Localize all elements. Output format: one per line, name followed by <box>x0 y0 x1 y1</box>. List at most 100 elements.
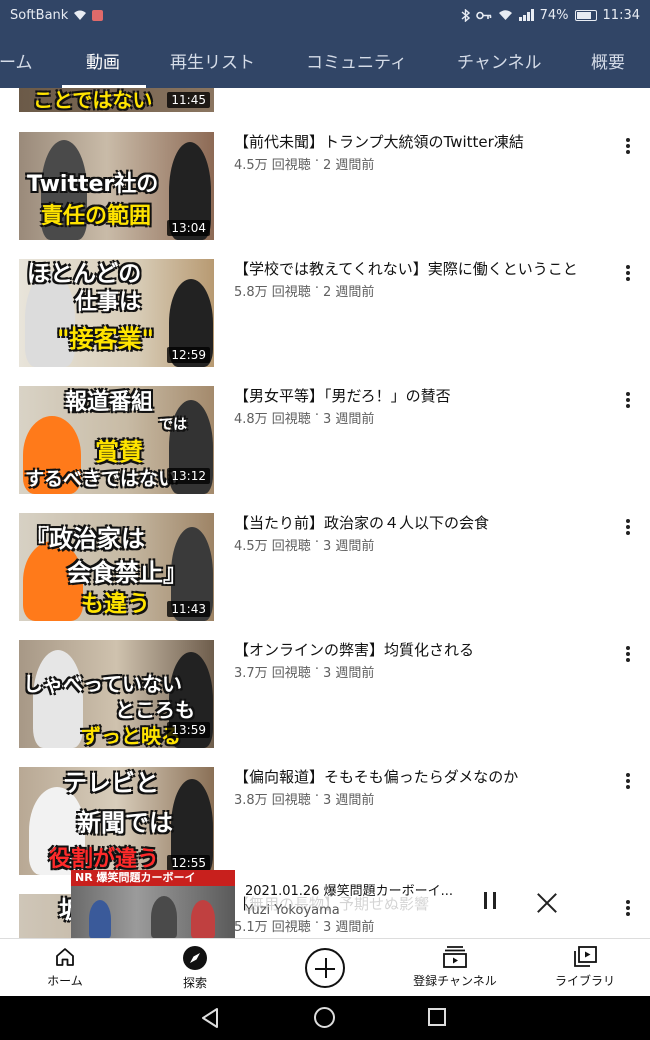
bottom-navigation: ホーム 探索 登録チャンネル ライブラリ <box>0 938 650 996</box>
video-title[interactable]: 【前代未聞】トランプ大統領のTwitter凍結 <box>234 132 604 152</box>
more-options-icon[interactable] <box>620 390 636 410</box>
video-row[interactable]: ことではない 11:45 <box>0 88 650 131</box>
nav-explore[interactable]: 探索 <box>140 939 250 997</box>
video-duration: 13:04 <box>167 220 210 236</box>
more-options-icon[interactable] <box>620 136 636 156</box>
video-meta[interactable]: 【オンラインの弊害】均質化される 3.7万 回視聴 · 3 週間前 <box>234 640 604 681</box>
video-row[interactable]: ほとんどの 仕事は "接客業" 12:59 【学校では教えてくれない】実際に働く… <box>0 259 650 386</box>
tab-channels[interactable]: チャンネル <box>457 48 542 73</box>
video-thumbnail[interactable]: 報道番組 では 賞賛 するべきではない 13:12 <box>19 386 214 494</box>
thumbnail-caption: するべきではない <box>25 468 178 490</box>
tab-home[interactable]: ホーム <box>0 48 33 73</box>
view-count: 4.8万 回視聴 <box>234 412 311 427</box>
upload-age: 3 週間前 <box>322 793 375 808</box>
view-count: 5.8万 回視聴 <box>234 285 311 300</box>
video-stats: 3.8万 回視聴 · 3 週間前 <box>234 789 604 808</box>
thumbnail-caption: 役割が違う <box>49 847 160 872</box>
more-options-icon[interactable] <box>620 517 636 537</box>
battery-icon <box>574 9 597 21</box>
nav-library[interactable]: ライブラリ <box>530 939 640 997</box>
thumbnail-caption: 責任の範囲 <box>41 204 152 229</box>
tab-about[interactable]: 概要 <box>591 48 625 73</box>
thumbnail-caption: しゃべっていない <box>23 672 182 696</box>
more-options-icon[interactable] <box>620 263 636 283</box>
video-thumbnail[interactable]: テレビと 新聞では 役割が違う 12:55 <box>19 767 214 875</box>
nav-home-label: ホーム <box>47 974 83 988</box>
more-options-icon[interactable] <box>620 644 636 664</box>
mini-player-title[interactable]: 2021.01.26 爆笑問題カーボーイ... <box>245 880 455 899</box>
system-navigation-bar <box>0 996 650 1040</box>
video-title[interactable]: 【オンラインの弊害】均質化される <box>234 640 604 660</box>
video-thumbnail[interactable]: Twitter社の 責任の範囲 13:04 <box>19 132 214 240</box>
mini-player[interactable]: NR 爆笑問題カーボーイ 2021.01.26 爆笑問題カーボーイ... Yuz… <box>0 870 650 938</box>
tab-videos[interactable]: 動画 <box>86 48 120 73</box>
video-row[interactable]: Twitter社の 責任の範囲 13:04 【前代未聞】トランプ大統領のTwit… <box>0 132 650 259</box>
video-list[interactable]: ことではない 11:45 Twitter社の 責任の範囲 13:04 【前代未聞… <box>0 88 650 938</box>
separator-dot: · <box>314 408 319 423</box>
video-thumbnail[interactable]: 『政治家は 会食禁止』 も違う 11:43 <box>19 513 214 621</box>
home-circle-icon[interactable] <box>314 1007 335 1028</box>
notification-app-icon <box>92 9 104 21</box>
video-duration: 13:12 <box>167 468 210 484</box>
thumbnail-caption: ずっと映る <box>81 724 181 748</box>
video-meta[interactable]: 【前代未聞】トランプ大統領のTwitter凍結 4.5万 回視聴 · 2 週間前 <box>234 132 604 173</box>
home-icon <box>56 948 74 966</box>
upload-age: 3 週間前 <box>322 666 375 681</box>
video-duration: 13:59 <box>167 722 210 738</box>
thumbnail-caption: 『政治家は <box>25 525 145 553</box>
video-title[interactable]: 【男女平等】「男だろ！」の賛否 <box>234 386 604 406</box>
separator-dot: · <box>314 535 319 550</box>
video-meta[interactable]: 【偏向報道】そもそも偏ったらダメなのか 3.8万 回視聴 · 3 週間前 <box>234 767 604 808</box>
video-title[interactable]: 【偏向報道】そもそも偏ったらダメなのか <box>234 767 604 787</box>
nav-subscriptions[interactable]: 登録チャンネル <box>400 939 510 997</box>
back-icon[interactable] <box>200 1007 222 1029</box>
tab-playlists[interactable]: 再生リスト <box>170 48 255 73</box>
separator-dot: · <box>314 281 319 296</box>
video-thumbnail[interactable]: ほとんどの 仕事は "接客業" 12:59 <box>19 259 214 367</box>
view-count: 3.7万 回視聴 <box>234 666 311 681</box>
add-icon[interactable] <box>305 948 345 988</box>
thumbnail-caption: 報道番組 <box>65 390 154 415</box>
close-icon[interactable] <box>534 890 560 916</box>
mini-player-info[interactable]: 2021.01.26 爆笑問題カーボーイ... Yuzi Yokoyama <box>245 880 455 918</box>
compass-icon <box>183 946 207 970</box>
video-row[interactable]: 『政治家は 会食禁止』 も違う 11:43 【当たり前】政治家の４人以下の会食 … <box>0 513 650 640</box>
recents-icon[interactable] <box>428 1008 446 1026</box>
pause-icon[interactable] <box>480 892 500 914</box>
nav-home[interactable]: ホーム <box>10 939 120 997</box>
thumbnail-caption: も違う <box>81 591 150 617</box>
video-stats: 5.8万 回視聴 · 2 週間前 <box>234 281 604 300</box>
video-meta[interactable]: 【当たり前】政治家の４人以下の会食 4.5万 回視聴 · 3 週間前 <box>234 513 604 554</box>
bluetooth-icon <box>461 8 470 22</box>
key-icon <box>475 11 491 19</box>
video-duration: 11:43 <box>167 601 210 617</box>
thumbnail-caption: ところも <box>115 698 195 722</box>
video-row[interactable]: 報道番組 では 賞賛 するべきではない 13:12 【男女平等】「男だろ！」の賛… <box>0 386 650 513</box>
video-thumbnail[interactable]: ことではない 11:45 <box>19 88 214 112</box>
thumbnail-caption: "接客業" <box>57 325 155 353</box>
upload-age: 2 週間前 <box>322 158 375 173</box>
thumbnail-caption: Twitter社の <box>27 172 159 197</box>
nav-subscriptions-label: 登録チャンネル <box>413 974 497 988</box>
video-title[interactable]: 【学校では教えてくれない】実際に働くということ <box>234 259 604 279</box>
video-duration: 12:55 <box>167 855 210 871</box>
clock: 11:34 <box>602 7 640 23</box>
more-options-icon[interactable] <box>620 771 636 791</box>
video-meta[interactable]: 【男女平等】「男だろ！」の賛否 4.8万 回視聴 · 3 週間前 <box>234 386 604 427</box>
thumbnail-caption: 仕事は <box>75 290 142 315</box>
video-thumbnail[interactable]: しゃべっていない ところも ずっと映る 13:59 <box>19 640 214 748</box>
view-count: 4.5万 回視聴 <box>234 539 311 554</box>
cell-signal-icon <box>518 9 534 21</box>
video-row[interactable]: しゃべっていない ところも ずっと映る 13:59 【オンラインの弊害】均質化さ… <box>0 640 650 767</box>
video-duration: 12:59 <box>167 347 210 363</box>
subscriptions-icon <box>443 946 467 968</box>
video-meta[interactable]: 【学校では教えてくれない】実際に働くということ 5.8万 回視聴 · 2 週間前 <box>234 259 604 300</box>
video-title[interactable]: 【当たり前】政治家の４人以下の会食 <box>234 513 604 533</box>
channel-tab-bar: ホーム 動画 再生リスト コミュニティ チャンネル 概要 <box>0 30 650 88</box>
video-stats: 4.5万 回視聴 · 3 週間前 <box>234 535 604 554</box>
view-count: 3.8万 回視聴 <box>234 793 311 808</box>
thumbnail-caption: 会食禁止』 <box>67 559 187 587</box>
tab-community[interactable]: コミュニティ <box>306 48 407 73</box>
mini-player-thumbnail[interactable]: NR 爆笑問題カーボーイ <box>71 870 235 938</box>
video-stats: 4.5万 回視聴 · 2 週間前 <box>234 154 604 173</box>
